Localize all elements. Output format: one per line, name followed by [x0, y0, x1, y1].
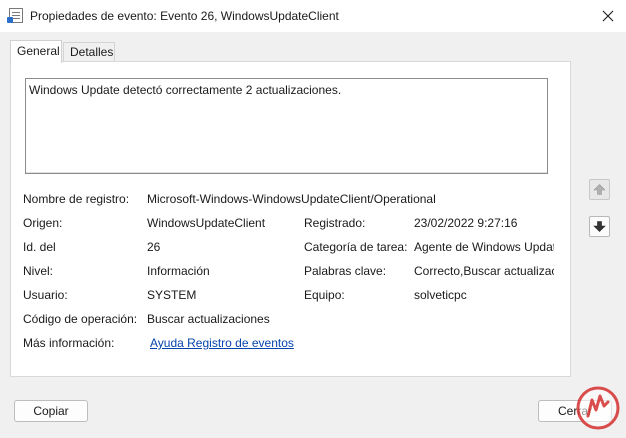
source-value[interactable]: WindowsUpdateClient	[147, 216, 265, 230]
log-name-value[interactable]: Microsoft-Windows-WindowsUpdateClient/Op…	[147, 192, 436, 206]
logged-value[interactable]: 23/02/2022 9:27:16	[414, 216, 517, 230]
copy-button[interactable]: Copiar	[14, 400, 88, 422]
event-id-label: Id. del	[23, 240, 56, 254]
user-label: Usuario:	[23, 288, 68, 302]
keywords-value[interactable]: Correcto,Buscar actualizaciones	[414, 264, 554, 278]
log-name-label: Nombre de registro:	[23, 192, 130, 206]
arrow-down-icon	[593, 221, 606, 232]
computer-value[interactable]: solveticpc	[414, 288, 467, 302]
logged-label: Registrado:	[304, 216, 366, 230]
computer-label: Equipo:	[304, 288, 345, 302]
event-description-box[interactable]: Windows Update detectó correctamente 2 a…	[25, 78, 548, 174]
close-window-button[interactable]	[590, 0, 626, 32]
level-label: Nivel:	[23, 264, 54, 278]
general-panel: Windows Update detectó correctamente 2 a…	[10, 61, 571, 377]
opcode-label: Código de operación:	[23, 312, 138, 326]
close-icon	[602, 10, 614, 22]
window-title: Propiedades de evento: Evento 26, Window…	[30, 9, 339, 23]
more-info-label: Más información:	[23, 336, 115, 350]
task-category-value[interactable]: Agente de Windows Update	[414, 240, 554, 254]
user-value[interactable]: SYSTEM	[147, 288, 196, 302]
event-properties-dialog: Propiedades de evento: Evento 26, Window…	[0, 0, 626, 438]
next-event-button[interactable]	[589, 216, 610, 237]
keywords-label: Palabras clave:	[304, 264, 387, 278]
level-value[interactable]: Información	[147, 264, 210, 278]
solvetic-logo	[576, 386, 620, 430]
event-properties-icon	[7, 8, 23, 23]
source-label: Origen:	[23, 216, 63, 230]
arrow-up-icon	[593, 184, 606, 195]
task-category-label: Categoría de tarea:	[304, 240, 408, 254]
tab-details[interactable]: Detalles	[63, 42, 115, 62]
more-info-link[interactable]: Ayuda Registro de eventos	[150, 336, 294, 350]
title-bar: Propiedades de evento: Evento 26, Window…	[0, 0, 626, 32]
opcode-value[interactable]: Buscar actualizaciones	[147, 312, 270, 326]
event-id-value[interactable]: 26	[147, 240, 160, 254]
tab-general[interactable]: General	[10, 40, 62, 63]
previous-event-button[interactable]	[589, 179, 610, 200]
